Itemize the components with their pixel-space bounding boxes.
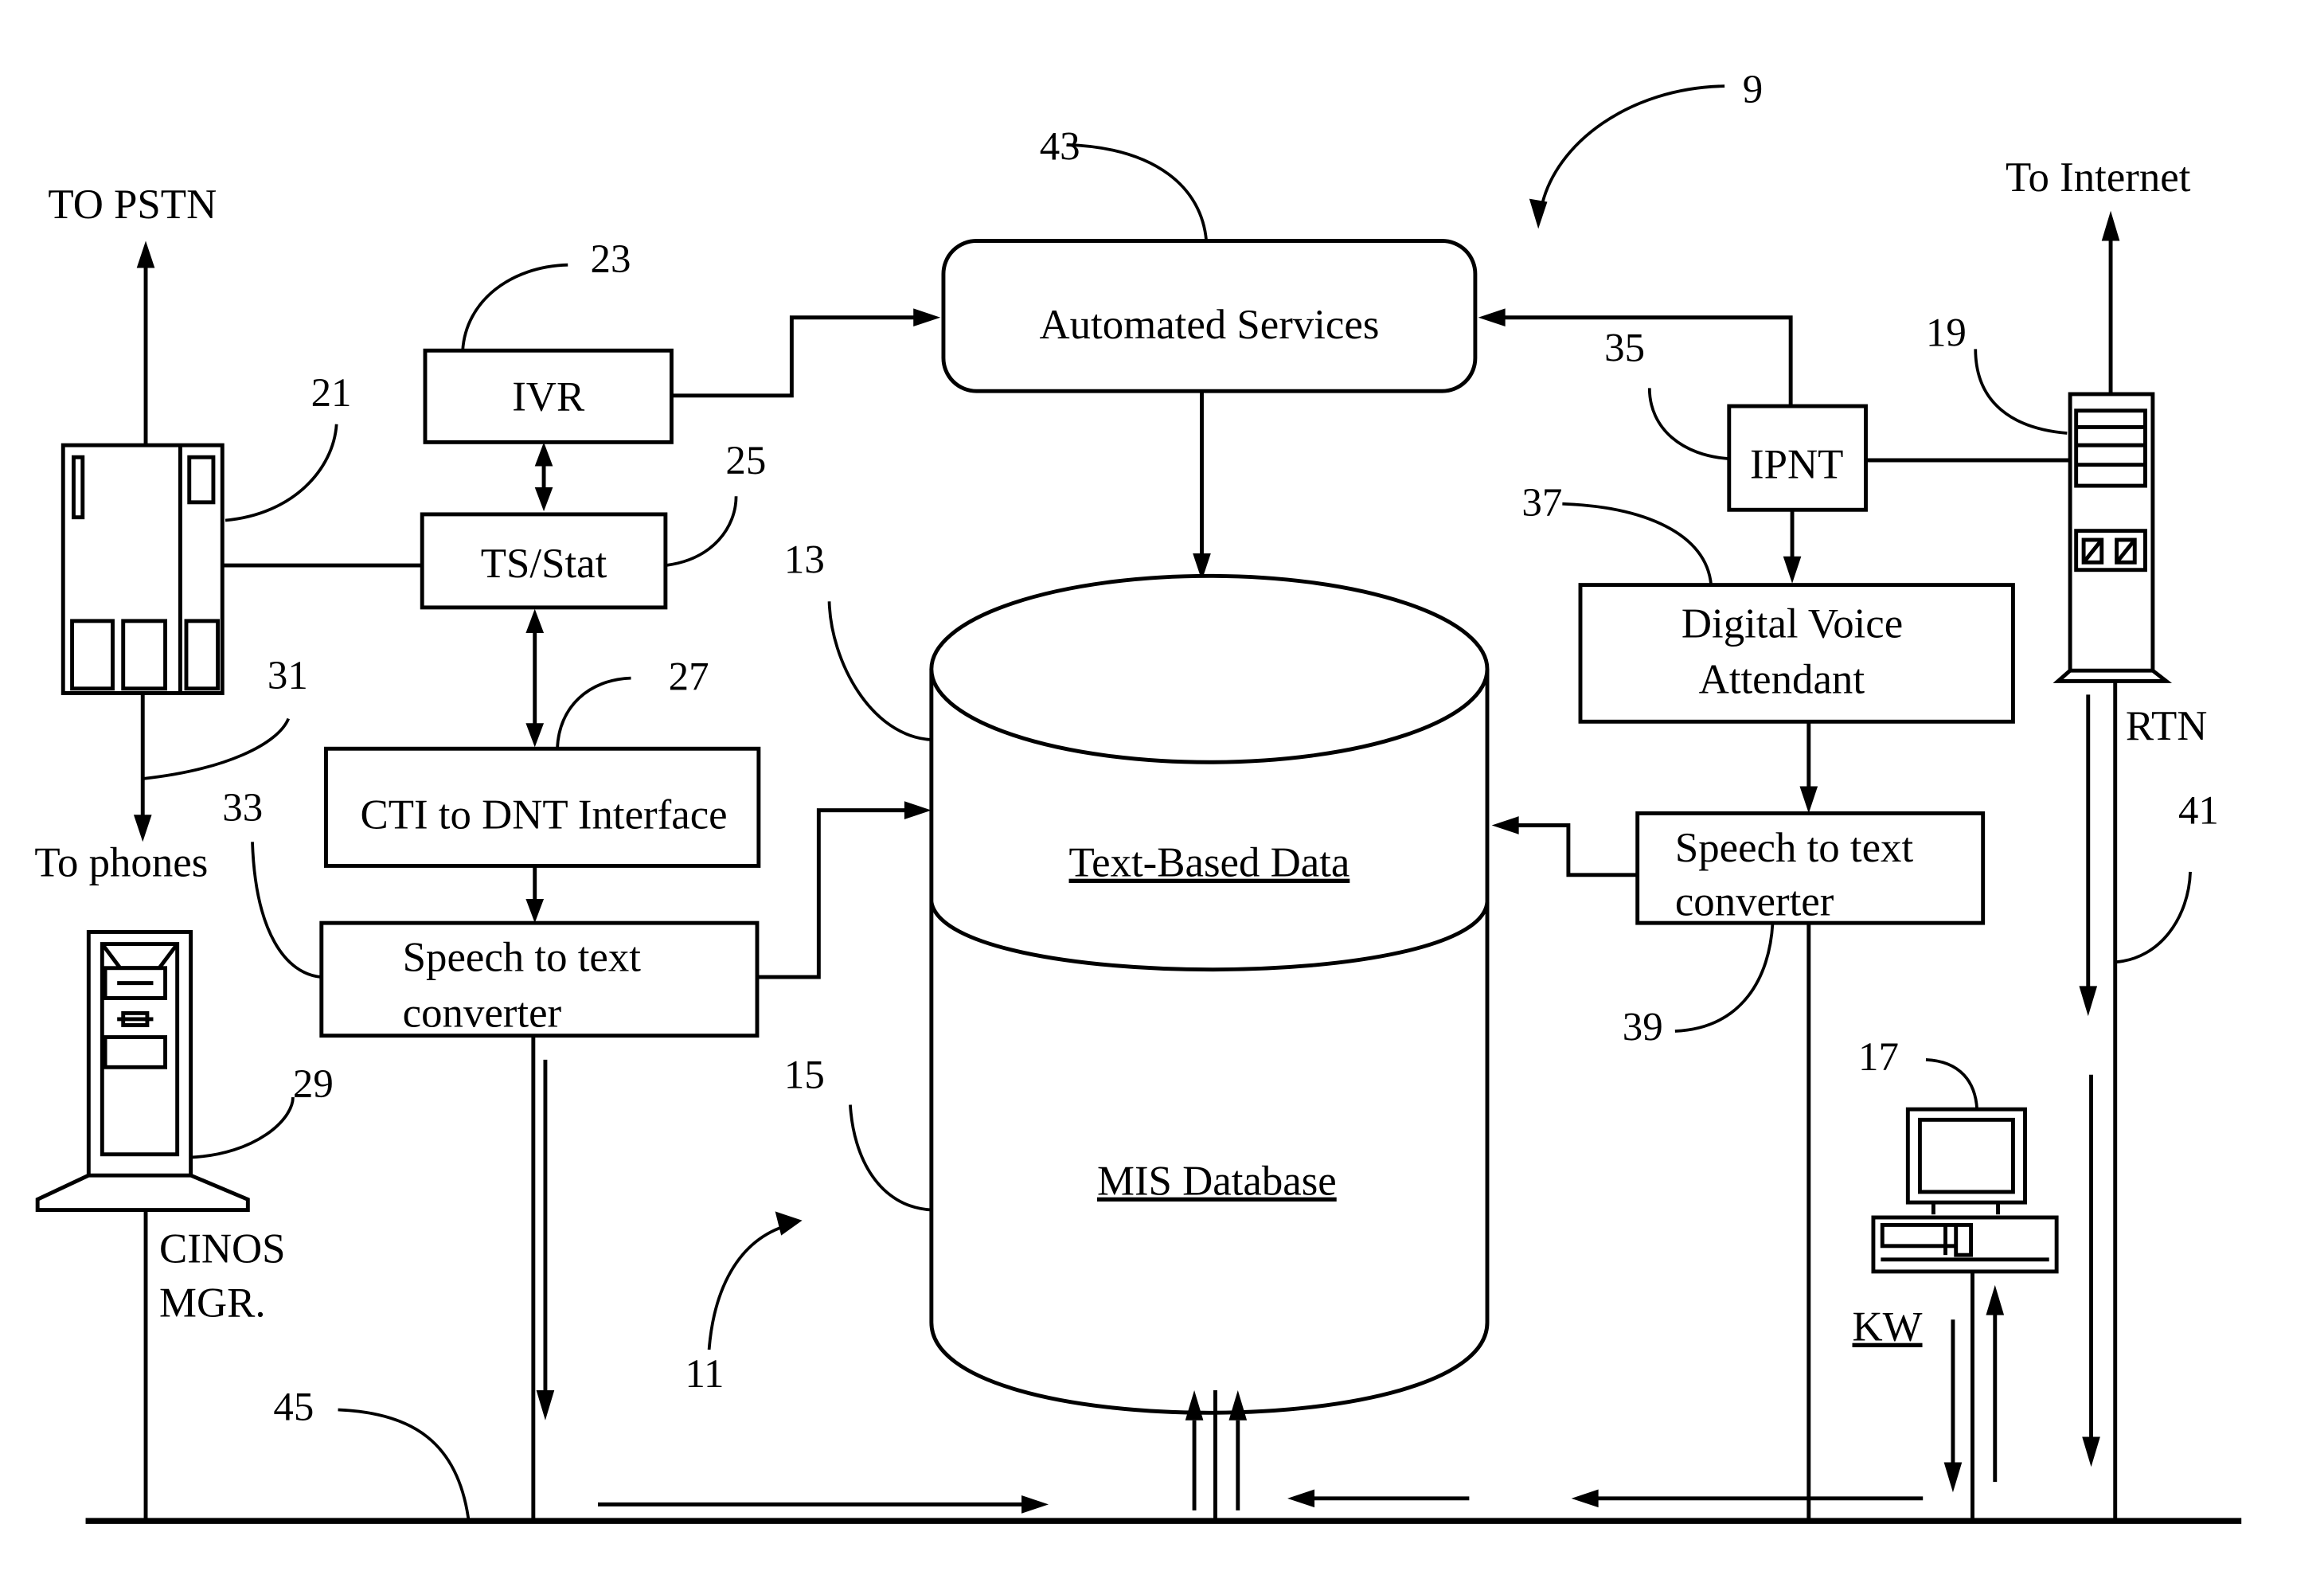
router-icon	[2053, 392, 2173, 683]
down-arrow-icon	[2082, 1436, 2100, 1467]
text-data-label: Text-Based Data	[1069, 840, 1350, 886]
left-arrow-icon	[1571, 1489, 1599, 1508]
db-group-arrow-icon	[775, 1211, 803, 1236]
lan-leader	[338, 1408, 471, 1522]
ipnt-label: IPNT	[1750, 442, 1843, 488]
switch-ref: 21	[311, 371, 352, 416]
down-arrow-icon	[536, 1389, 555, 1421]
ts-leader	[665, 496, 738, 567]
stt-left-ref: 33	[222, 786, 263, 830]
cinos-ref: 29	[293, 1062, 334, 1107]
stt-right-block[interactable]: Speech to text converter	[1635, 811, 1986, 925]
phones-line-ref: 31	[268, 654, 308, 698]
internet-label: To Internet	[2006, 154, 2191, 201]
stt-right-db-link	[1514, 823, 1638, 877]
cti-leader	[556, 676, 631, 749]
stt-right-ref: 39	[1623, 1005, 1663, 1049]
automated-services-block[interactable]: Automated Services	[941, 239, 1478, 393]
phones-arrow-icon	[133, 815, 152, 842]
as-leader	[1066, 143, 1209, 241]
dva-line1: Digital Voice	[1681, 601, 1903, 647]
down-arrow-icon	[1943, 1462, 1963, 1493]
ivr-ref: 23	[591, 237, 631, 282]
dva-leader	[1562, 502, 1713, 585]
mis-ref: 15	[784, 1053, 825, 1098]
ipnt-ref: 35	[1604, 326, 1645, 370]
router-ref: 19	[1926, 311, 1967, 356]
workstation-leader	[1925, 1057, 1979, 1110]
stt-right-leader	[1674, 923, 1775, 1033]
cti-block[interactable]: CTI to DNT Interface	[323, 746, 761, 868]
dva-block[interactable]: Digital Voice Attendant	[1578, 583, 2015, 724]
stt-left-db-link	[756, 808, 909, 979]
phones-label: To phones	[34, 840, 208, 886]
ivr-label: IVR	[512, 374, 585, 420]
stt-left-block[interactable]: Speech to text converter	[319, 920, 760, 1038]
rtn-leader	[2115, 871, 2192, 964]
internet-arrow-icon	[2101, 210, 2120, 241]
text-data-leader	[827, 601, 932, 741]
ivr-leader	[461, 263, 568, 351]
stt-left-line1: Speech to text	[403, 935, 642, 981]
ivr-block[interactable]: IVR	[423, 348, 674, 444]
stt-left-line2: converter	[403, 990, 562, 1036]
phones-leader	[143, 717, 291, 780]
ipnt-block[interactable]: IPNT	[1727, 404, 1868, 512]
mis-leader	[849, 1104, 932, 1212]
dva-line2: Attendant	[1699, 656, 1865, 702]
router-leader	[1974, 349, 2068, 435]
cinos-label-line2: MGR.	[159, 1280, 266, 1327]
ts-ref: 25	[725, 439, 766, 483]
db-group-leader	[707, 1223, 790, 1350]
pstn-arrow-icon	[136, 240, 155, 268]
left-arrow-icon	[1287, 1489, 1315, 1508]
cinos-manager-icon	[35, 930, 250, 1212]
db-group-ref: 11	[685, 1352, 724, 1397]
switch-icon	[61, 443, 225, 695]
system-leader	[1540, 84, 1725, 209]
cinos-label-line1: CINOS	[159, 1226, 286, 1272]
right-arrow-icon	[1021, 1495, 1049, 1514]
mis-db-label: MIS Database	[1097, 1159, 1337, 1205]
cti-label: CTI to DNT Interface	[361, 791, 728, 838]
pstn-label: TO PSTN	[48, 182, 217, 228]
cinos-leader	[190, 1096, 295, 1159]
stt-right-line2: converter	[1675, 879, 1834, 925]
lan-ref: 45	[273, 1385, 314, 1430]
stt-right-line1: Speech to text	[1675, 825, 1914, 871]
workstation-icon	[1871, 1107, 2059, 1274]
system-ref: 9	[1743, 68, 1763, 112]
workstation-ref: 17	[1858, 1035, 1899, 1080]
automated-services-label: Automated Services	[1039, 302, 1379, 348]
workstation-label: KW	[1853, 1304, 1923, 1350]
database-cylinder[interactable]: Text-Based Data MIS Database	[929, 573, 1490, 1415]
ivr-as-link	[671, 315, 920, 398]
up-arrow-icon	[1986, 1284, 2005, 1315]
ts-stat-block[interactable]: TS/Stat	[420, 512, 668, 610]
down-arrow-icon	[2079, 986, 2098, 1017]
ipnt-leader	[1647, 388, 1729, 460]
rtn-label: RTN	[2126, 703, 2207, 749]
as-ref: 43	[1040, 125, 1080, 170]
dva-ref: 37	[1521, 481, 1562, 526]
rtn-ref: 41	[2178, 789, 2219, 834]
ts-stat-label: TS/Stat	[481, 541, 607, 587]
system-arrow-icon	[1529, 198, 1548, 229]
switch-leader	[225, 424, 338, 522]
text-data-ref: 13	[784, 538, 825, 583]
stt-left-leader	[251, 842, 322, 979]
ivr-as-arrow-icon	[913, 308, 941, 327]
cti-ref: 27	[669, 655, 709, 700]
system-diagram: 45 21 TO PSTN 31 To phones IVR 23 TS/Sta…	[34, 68, 2242, 1524]
